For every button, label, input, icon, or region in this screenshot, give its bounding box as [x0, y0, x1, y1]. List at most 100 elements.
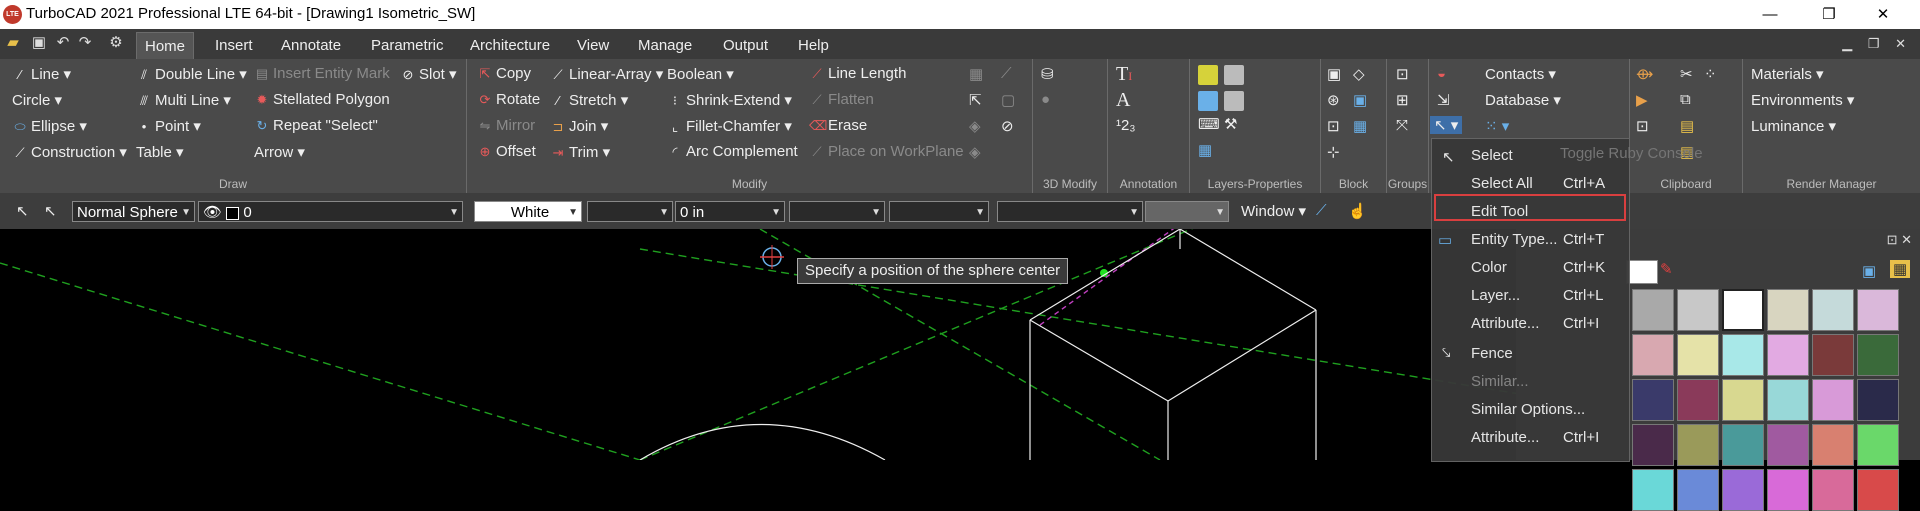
ruby-icon[interactable]: ◒ [1437, 65, 1446, 82]
multi-line-tool[interactable]: ⫻ Multi Line ▾ [136, 91, 231, 109]
no-entry-icon[interactable]: ⊘ [1001, 117, 1014, 135]
materials-menu[interactable]: Materials ▾ [1751, 65, 1824, 83]
block-icon-2[interactable]: ◇ [1353, 65, 1365, 83]
menu-item-similar[interactable]: Similar... [1471, 373, 1529, 390]
boolean-tool[interactable]: Boolean ▾ [667, 65, 734, 83]
modify-extra-icon-1[interactable]: ▦ [969, 65, 983, 83]
rotate-tool[interactable]: ⟳ Rotate [477, 91, 541, 108]
paste-icon[interactable]: ▤ [1680, 117, 1694, 135]
block-icon-3[interactable]: ⊛ [1327, 91, 1340, 109]
pen-icon[interactable]: ✎ [1660, 260, 1673, 278]
property-swatch-icon[interactable] [1224, 91, 1244, 111]
color-swatch[interactable] [1767, 379, 1809, 421]
layer-color-icon[interactable] [1224, 65, 1244, 85]
menu-item-edit-tool[interactable]: Edit Tool [1471, 203, 1528, 220]
maximize-button[interactable]: ❐ [1806, 0, 1852, 29]
color-swatch[interactable] [1767, 334, 1809, 376]
color-swatch[interactable] [1812, 469, 1854, 511]
copy-icon[interactable]: ⁘ [1704, 65, 1717, 83]
circle-tool[interactable]: Circle ▾ [12, 91, 62, 109]
close-button[interactable]: ✕ [1860, 0, 1906, 29]
color-swatch[interactable] [1632, 469, 1674, 511]
menu-item-layer[interactable]: Layer... [1471, 287, 1520, 304]
linestyle-select[interactable]: ▼ [587, 201, 673, 222]
color-swatch[interactable] [1677, 289, 1719, 331]
color-swatch[interactable] [1632, 379, 1674, 421]
environments-menu[interactable]: Environments ▾ [1751, 91, 1854, 109]
table-tool[interactable]: Table ▾ [136, 143, 184, 161]
window-select-menu[interactable]: Window ▾ [1241, 202, 1306, 220]
redo-icon[interactable]: ↷ [76, 34, 94, 52]
flatten-tool[interactable]: ⟋ Flatten [809, 91, 873, 108]
color-select[interactable]: White ▼ [474, 201, 582, 222]
menu-item-fence[interactable]: Fence [1471, 345, 1513, 362]
block-icon-7[interactable]: ⊹ [1327, 143, 1340, 161]
menu-item-entity-type[interactable]: Entity Type... [1471, 231, 1557, 248]
format-painter-icon[interactable]: ⚒ [1224, 115, 1237, 133]
modify-extra-icon-7[interactable]: ◈ [969, 143, 981, 161]
linear-array-tool[interactable]: ⟋ Linear-Array ▾ [550, 65, 663, 83]
dimension-tool-icon[interactable]: ¹2₃ [1116, 117, 1135, 134]
color-swatch[interactable] [1677, 379, 1719, 421]
cylinder-icon[interactable]: ⛁ [1041, 65, 1054, 83]
point-tool[interactable]: • Point ▾ [136, 117, 201, 135]
table-grid-icon[interactable]: ▦ [1198, 141, 1212, 159]
color-swatch[interactable] [1767, 289, 1809, 331]
color-swatch[interactable] [1677, 469, 1719, 511]
menu-item-select-all[interactable]: Select All [1471, 175, 1533, 192]
properties-icon[interactable] [1198, 91, 1218, 111]
menu-item-attribute[interactable]: Attribute... [1471, 429, 1539, 446]
save-icon[interactable]: ▣ [30, 34, 48, 52]
pattern-select[interactable]: ▼ [997, 201, 1143, 222]
database-menu[interactable]: Database ▾ [1485, 91, 1561, 109]
color-swatch[interactable] [1722, 379, 1764, 421]
shrink-extend-tool[interactable]: ⁝ Shrink-Extend ▾ [667, 91, 792, 109]
tab-help[interactable]: Help [790, 32, 837, 59]
multitext-tool-icon[interactable]: A [1116, 89, 1130, 112]
block-icon-1[interactable]: ▣ [1327, 65, 1341, 83]
tab-parametric[interactable]: Parametric [363, 32, 452, 59]
match-properties-icon[interactable]: ⌨ [1198, 115, 1220, 133]
stellated-polygon-tool[interactable]: ✹ Stellated Polygon [254, 91, 390, 108]
tab-annotate[interactable]: Annotate [273, 32, 349, 59]
layers-icon[interactable] [1198, 65, 1218, 85]
explorer-icon[interactable]: ⟴ [1636, 65, 1653, 83]
color-swatch[interactable] [1812, 379, 1854, 421]
group-icon[interactable]: ⊡ [1396, 65, 1409, 83]
snap-icon[interactable]: ⟋ [1316, 202, 1327, 219]
color-swatch[interactable] [1857, 334, 1899, 376]
insert-entity-mark-tool[interactable]: ▤ Insert Entity Mark [254, 65, 390, 82]
explode-icon[interactable]: ⤧ [1396, 117, 1408, 134]
document-window-controls[interactable]: ▁ ❐ ✕ [1842, 36, 1912, 52]
color-swatch[interactable] [1677, 334, 1719, 376]
play-icon[interactable]: ▶ [1636, 91, 1648, 109]
block-icon-4[interactable]: ▣ [1353, 91, 1367, 109]
palette-options-icon[interactable]: ▦ [1890, 260, 1911, 278]
color-swatch[interactable] [1857, 469, 1899, 511]
modify-extra-icon-4[interactable]: ▢ [1001, 91, 1015, 109]
slot-tool[interactable]: ⊘ Slot ▾ [400, 65, 457, 83]
tab-output[interactable]: Output [715, 32, 776, 59]
color-swatch[interactable] [1632, 334, 1674, 376]
erase-tool[interactable]: ⌫Erase [809, 117, 867, 134]
palette-icon[interactable]: ▣ [1862, 262, 1876, 280]
cut-icon[interactable]: ✂ [1680, 65, 1693, 83]
hand-icon[interactable]: ☝ [1348, 202, 1367, 220]
construction-tool[interactable]: ⟋ Construction ▾ [12, 143, 126, 161]
sphere-type-select[interactable]: Normal Sphere ▼ [72, 201, 195, 222]
cursor-tool-icon[interactable]: ⇲ [1437, 91, 1450, 109]
fillet-chamfer-tool[interactable]: ⌞ Fillet-Chamfer ▾ [667, 117, 792, 135]
color-swatch[interactable] [1767, 469, 1809, 511]
trim-tool[interactable]: ⇥ Trim ▾ [550, 143, 611, 161]
lineweight-select[interactable]: ▼ [789, 201, 885, 222]
menu-item-color[interactable]: Color [1471, 259, 1507, 276]
color-swatch[interactable] [1857, 289, 1899, 331]
block-icon-5[interactable]: ⊡ [1327, 117, 1340, 135]
double-line-tool[interactable]: ⫽ Double Line ▾ [136, 65, 247, 83]
thickness-input[interactable]: 0 in ▼ [675, 201, 785, 222]
menu-item-select[interactable]: Select [1471, 147, 1513, 164]
pointer-icon[interactable]: ↖ [16, 202, 29, 220]
copy-pages-icon[interactable]: ⧉ [1680, 91, 1691, 108]
color-swatch[interactable] [1722, 469, 1764, 511]
place-on-workplane-tool[interactable]: ⟋ Place on WorkPlane [809, 143, 963, 160]
